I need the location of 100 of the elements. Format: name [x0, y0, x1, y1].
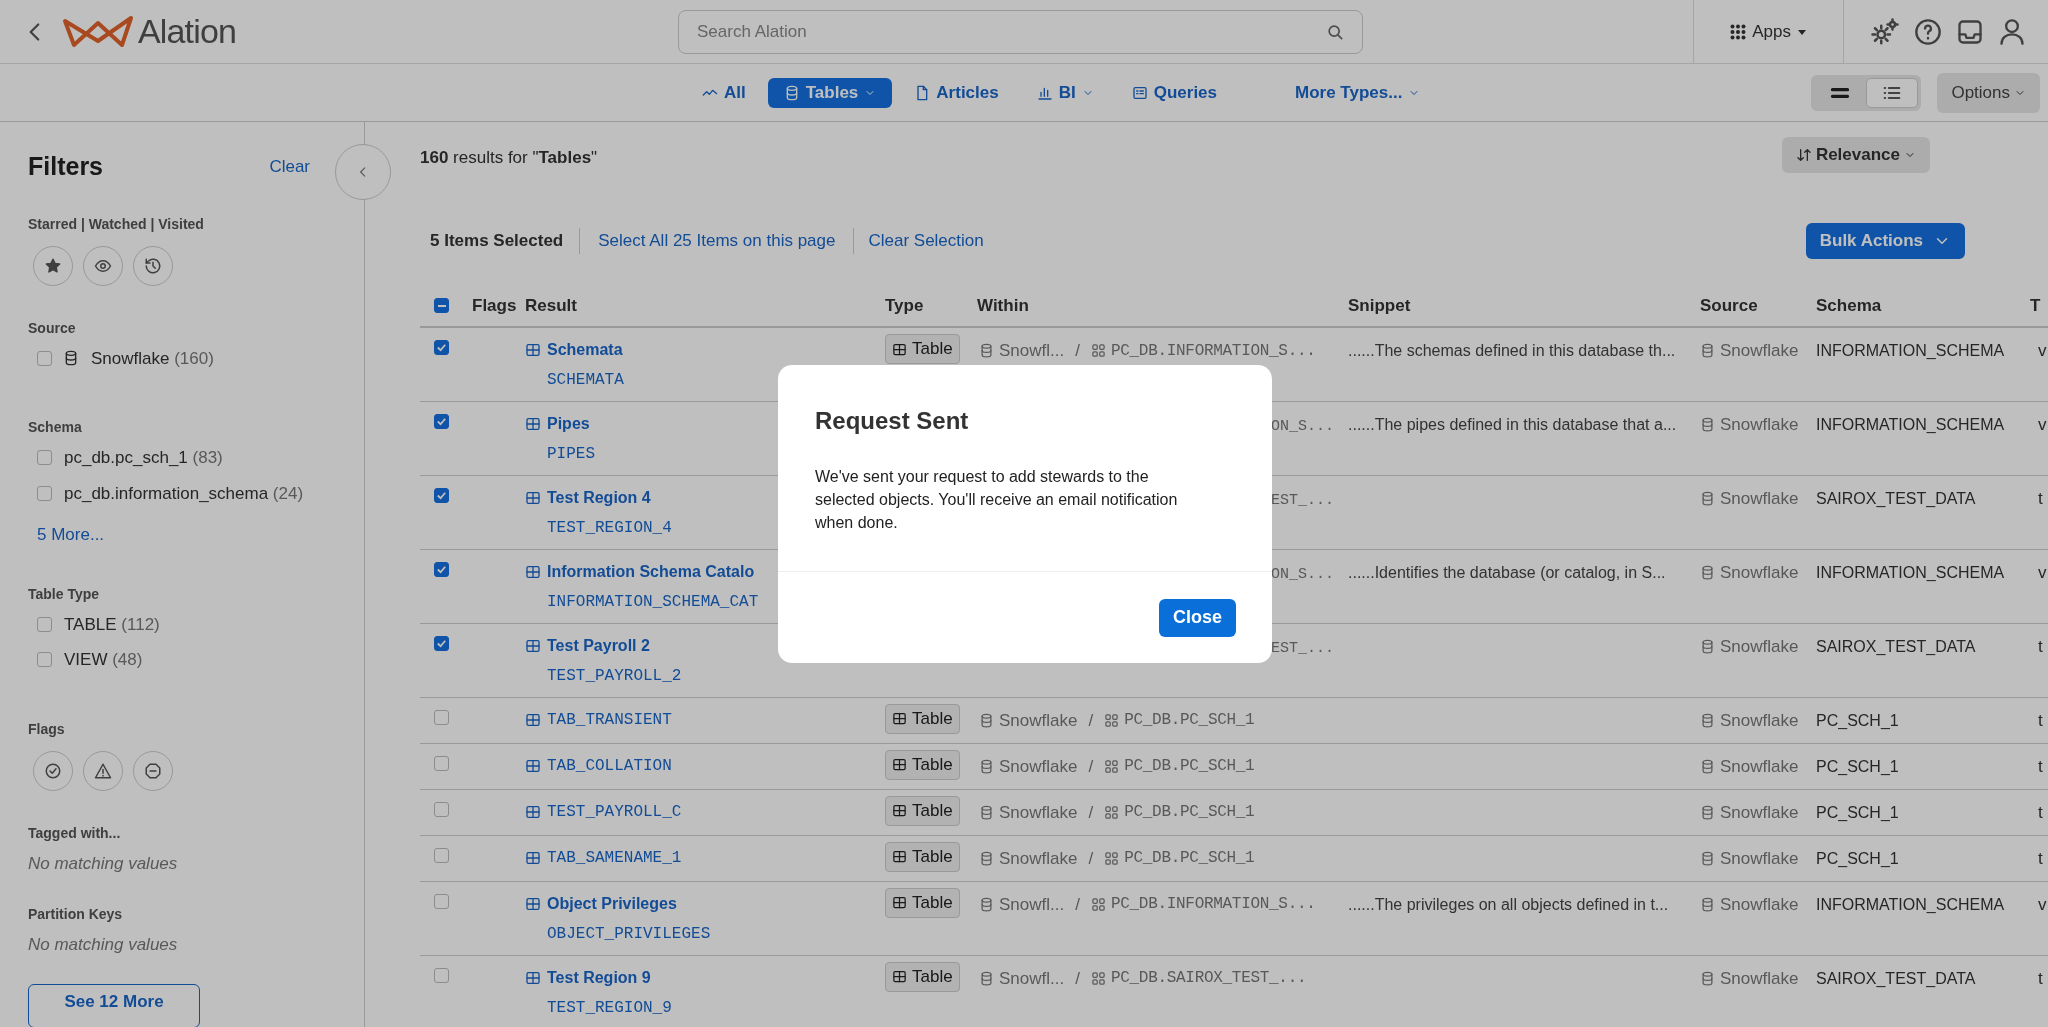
- profile-button[interactable]: [1998, 17, 2026, 46]
- filter-option[interactable]: VIEW (48): [37, 647, 336, 673]
- table-icon: [525, 342, 541, 358]
- clear-selection-link[interactable]: Clear Selection: [854, 228, 998, 254]
- checkbox[interactable]: [37, 616, 52, 632]
- schema-icon: [1104, 804, 1120, 820]
- table-icon: [892, 341, 907, 357]
- help-button[interactable]: [1914, 17, 1942, 46]
- type-badge: Table: [885, 795, 960, 826]
- history-icon: [144, 256, 162, 275]
- schema-text: SAIROX_TEST_DATA: [1816, 637, 1976, 655]
- help-icon: [1914, 17, 1942, 46]
- options-button[interactable]: Options: [1937, 72, 2040, 113]
- type-tab[interactable]: All: [686, 78, 762, 108]
- row-checkbox[interactable]: [434, 709, 449, 725]
- sort-icon: [1795, 147, 1812, 163]
- row-checkbox[interactable]: [434, 413, 449, 429]
- more-link[interactable]: 5 More...: [37, 522, 105, 548]
- user-icon: [1998, 17, 2026, 46]
- bulk-actions-button[interactable]: Bulk Actions: [1805, 223, 1965, 259]
- empty-note: No matching values: [28, 853, 178, 873]
- result-code: PIPES: [547, 444, 595, 463]
- result-link[interactable]: Test Payroll 2: [547, 633, 650, 658]
- apps-button[interactable]: Apps: [1730, 18, 1807, 45]
- database-icon: [1700, 343, 1715, 359]
- table-cell: v: [2038, 414, 2047, 434]
- check-icon: [436, 342, 447, 353]
- result-link[interactable]: TAB_SAMENAME_1: [547, 845, 682, 870]
- column-header: T: [2030, 295, 2041, 315]
- settings-button[interactable]: [1870, 16, 1900, 47]
- result-link[interactable]: Test Region 9: [547, 965, 651, 990]
- check-icon: [436, 415, 447, 427]
- view-button[interactable]: [1866, 77, 1919, 108]
- select-all-link[interactable]: Select All 25 Items on this page: [580, 228, 855, 254]
- filter-option[interactable]: pc_db.information_schema (24): [37, 480, 336, 506]
- type-tab[interactable]: BI: [1020, 78, 1110, 108]
- table-cell: v: [2038, 562, 2047, 582]
- result-link[interactable]: Test Region 4: [547, 485, 651, 510]
- row-checkbox[interactable]: [434, 561, 449, 577]
- table-cell: t: [2038, 756, 2043, 776]
- result-link[interactable]: TEST_PAYROLL_C: [547, 799, 682, 824]
- checkbox[interactable]: [37, 450, 52, 466]
- table-cell: t: [2038, 968, 2043, 988]
- column-header: Within: [977, 295, 1029, 315]
- row-checkbox[interactable]: [434, 801, 449, 817]
- path-separator: /: [1088, 755, 1094, 778]
- type-tab[interactable]: Tables: [767, 78, 893, 108]
- close-button[interactable]: Close: [1158, 598, 1236, 637]
- source-text: Snowflake: [1720, 635, 1799, 658]
- database-icon: [1700, 638, 1715, 654]
- result-link[interactable]: TAB_COLLATION: [547, 753, 672, 778]
- within-source: Snowfl...: [999, 967, 1065, 990]
- selection-count: 5 Items Selected: [420, 228, 581, 254]
- row-checkbox[interactable]: [434, 487, 449, 503]
- schema-icon: [1104, 850, 1120, 866]
- inbox-button[interactable]: [1956, 17, 1984, 46]
- row-checkbox[interactable]: [434, 847, 449, 863]
- database-icon: [1700, 490, 1715, 506]
- logo-text: Alation: [138, 11, 236, 52]
- source-text: Snowflake: [1720, 847, 1799, 870]
- schema-text: PC_SCH_1: [1816, 849, 1899, 867]
- row-checkbox[interactable]: [434, 893, 449, 909]
- table-icon: [892, 711, 907, 726]
- source-text: Snowflake: [1720, 893, 1799, 916]
- source-text: Snowflake: [1720, 487, 1799, 510]
- database-icon: [1700, 712, 1715, 728]
- type-tab[interactable]: More Types...: [1279, 78, 1437, 108]
- filter-option[interactable]: TABLE (112): [37, 611, 336, 637]
- row-checkbox[interactable]: [434, 635, 449, 651]
- result-code: TEST_REGION_4: [547, 518, 672, 537]
- row-checkbox[interactable]: [434, 967, 449, 983]
- type-badge: Table: [885, 749, 960, 780]
- within-source: Snowflake: [999, 709, 1078, 732]
- sort-button[interactable]: Relevance: [1781, 137, 1930, 173]
- schema-text: INFORMATION_SCHEMA: [1816, 895, 2005, 913]
- result-link[interactable]: Object Privileges: [547, 891, 677, 916]
- type-tab[interactable]: Queries: [1115, 78, 1233, 108]
- database-icon: [979, 970, 994, 986]
- schema-icon: [1090, 896, 1106, 912]
- search-field[interactable]: Search Alation: [678, 9, 1363, 54]
- result-code: TEST_PAYROLL_2: [547, 666, 682, 685]
- result-code: TEST_REGION_9: [547, 998, 672, 1017]
- filter-option[interactable]: pc_db.pc_sch_1 (83): [37, 445, 336, 471]
- checkbox[interactable]: [37, 485, 52, 501]
- type-tab[interactable]: Articles: [898, 78, 1015, 108]
- checkbox[interactable]: [37, 350, 52, 366]
- filter-option[interactable]: Snowflake (160): [37, 345, 336, 371]
- table-cell: v: [2038, 341, 2047, 360]
- result-link[interactable]: TAB_TRANSIENT: [547, 707, 672, 732]
- result-link[interactable]: Schemata: [547, 338, 623, 362]
- select-all-checkbox[interactable]: [434, 298, 449, 313]
- row-checkbox[interactable]: [434, 755, 449, 771]
- table-icon: [525, 415, 541, 432]
- within-source: Snowflake: [999, 847, 1078, 870]
- result-link[interactable]: Pipes: [547, 411, 590, 436]
- clear-link[interactable]: Clear: [269, 154, 310, 180]
- result-link[interactable]: Information Schema Catalo: [547, 559, 755, 584]
- row-checkbox[interactable]: [434, 340, 449, 355]
- checkbox[interactable]: [37, 652, 52, 668]
- path-separator: /: [1088, 847, 1094, 870]
